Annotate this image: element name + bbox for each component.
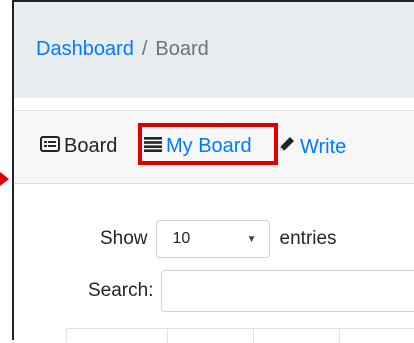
search-control: Search: (88, 270, 414, 312)
breadcrumb-separator: / (141, 38, 148, 60)
breadcrumb-current: Board (155, 38, 209, 60)
tab-write-label: Write (300, 135, 347, 158)
breadcrumb: Dashboard / Board (36, 38, 209, 61)
search-label: Search: (88, 280, 154, 301)
tab-board-label: Board (64, 135, 118, 157)
tab-write[interactable]: Write (278, 135, 346, 159)
table-column-divider (253, 329, 254, 343)
annotation-arrow (0, 172, 9, 186)
page-frame: Dashboard / Board Board My Board Write S… (12, 0, 414, 343)
table-column-divider (339, 329, 340, 343)
table-column-divider (167, 329, 168, 343)
breadcrumb-dashboard-link[interactable]: Dashboard (36, 38, 134, 60)
entries-length-control: Show 10 ▼ entries (100, 220, 337, 258)
chevron-down-icon: ▼ (246, 234, 257, 245)
show-label: Show (100, 228, 148, 249)
breadcrumb-bar: Dashboard / Board (14, 2, 414, 98)
pencil-icon (278, 135, 300, 159)
entries-selected-value: 10 (172, 230, 191, 247)
entries-label: entries (279, 228, 337, 249)
tab-board[interactable]: Board (40, 135, 117, 158)
entries-select[interactable]: 10 ▼ (155, 220, 270, 258)
highlight-box (138, 123, 278, 165)
board-tabs: Board My Board Write (14, 110, 414, 184)
search-input[interactable] (161, 270, 414, 312)
list-alt-icon (40, 135, 64, 158)
